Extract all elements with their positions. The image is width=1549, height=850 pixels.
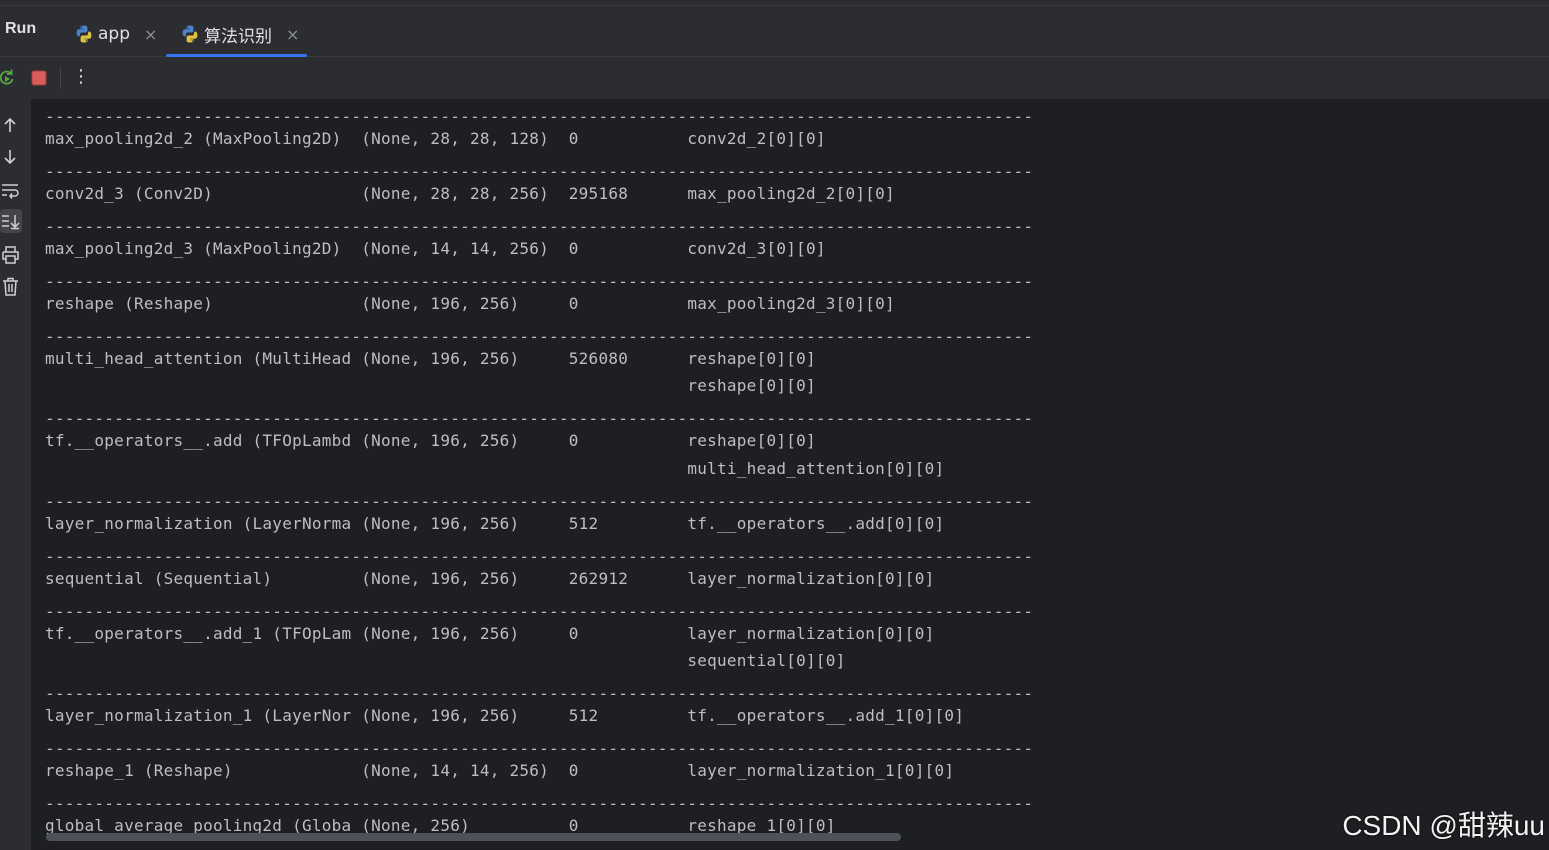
console-line: ----------------------------------------… xyxy=(45,162,1034,181)
console-line: multi_head_attention[0][0] xyxy=(45,459,945,478)
python-icon xyxy=(182,25,198,43)
tab-app-close-icon[interactable]: × xyxy=(144,25,157,44)
console-line: sequential (Sequential) (None, 196, 256)… xyxy=(45,569,935,588)
tool-window-title: Run xyxy=(5,20,37,37)
console-output[interactable]: ----------------------------------------… xyxy=(31,99,1549,850)
console-line: ----------------------------------------… xyxy=(45,492,1034,511)
console-line: max_pooling2d_3 (MaxPooling2D) (None, 14… xyxy=(45,239,826,258)
rerun-icon[interactable] xyxy=(0,67,18,89)
tab-algorithm-recognition-label: 算法识别 xyxy=(204,26,272,47)
trash-icon[interactable] xyxy=(0,275,22,299)
console-line: reshape[0][0] xyxy=(45,376,816,395)
console-line: ----------------------------------------… xyxy=(45,547,1034,566)
print-icon[interactable] xyxy=(0,243,22,267)
tab-algorithm-recognition-close-icon[interactable]: × xyxy=(286,25,299,44)
run-toolbar: ⋮ xyxy=(0,57,1549,99)
down-arrow-icon[interactable] xyxy=(0,145,22,169)
tab-app-label: app xyxy=(98,24,130,44)
console-line: ----------------------------------------… xyxy=(45,217,1034,236)
toolbar-divider xyxy=(60,67,61,89)
console-line: tf.__operators__.add (TFOpLambd (None, 1… xyxy=(45,431,816,450)
console-line: ----------------------------------------… xyxy=(45,272,1034,291)
console-line: ----------------------------------------… xyxy=(45,794,1034,813)
scroll-to-end-icon[interactable] xyxy=(0,209,22,233)
console-line: ----------------------------------------… xyxy=(45,602,1034,621)
horizontal-scrollbar[interactable] xyxy=(46,833,901,841)
console-line: multi_head_attention (MultiHead (None, 1… xyxy=(45,349,816,368)
console-line: ----------------------------------------… xyxy=(45,409,1034,428)
tab-algorithm-recognition[interactable]: 算法识别 × xyxy=(166,12,307,57)
console-line: layer_normalization (LayerNorma (None, 1… xyxy=(45,514,945,533)
console-line: conv2d_3 (Conv2D) (None, 28, 28, 256) 29… xyxy=(45,184,895,203)
watermark: CSDN @甜辣uu xyxy=(1342,810,1545,841)
console-line: sequential[0][0] xyxy=(45,651,846,670)
console-line: reshape (Reshape) (None, 196, 256) 0 max… xyxy=(45,294,895,313)
console-line: max_pooling2d_2 (MaxPooling2D) (None, 28… xyxy=(45,129,826,148)
console-line: ----------------------------------------… xyxy=(45,107,1034,126)
console-line: reshape_1 (Reshape) (None, 14, 14, 256) … xyxy=(45,761,955,780)
tab-app[interactable]: app × xyxy=(72,12,162,56)
stop-icon[interactable] xyxy=(28,67,50,89)
console-line: tf.__operators__.add_1 (TFOpLam (None, 1… xyxy=(45,624,935,643)
soft-wrap-icon[interactable] xyxy=(0,178,22,202)
up-arrow-icon[interactable] xyxy=(0,113,22,137)
run-tool-window-header: Run app × 算法识别 × xyxy=(0,6,1549,57)
more-options-icon[interactable]: ⋮ xyxy=(70,66,92,88)
python-icon xyxy=(76,25,92,43)
console-side-toolbar xyxy=(0,99,31,850)
console-line: ----------------------------------------… xyxy=(45,327,1034,346)
console-line: layer_normalization_1 (LayerNor (None, 1… xyxy=(45,706,965,725)
console-line: ----------------------------------------… xyxy=(45,684,1034,703)
console-line: ----------------------------------------… xyxy=(45,739,1034,758)
